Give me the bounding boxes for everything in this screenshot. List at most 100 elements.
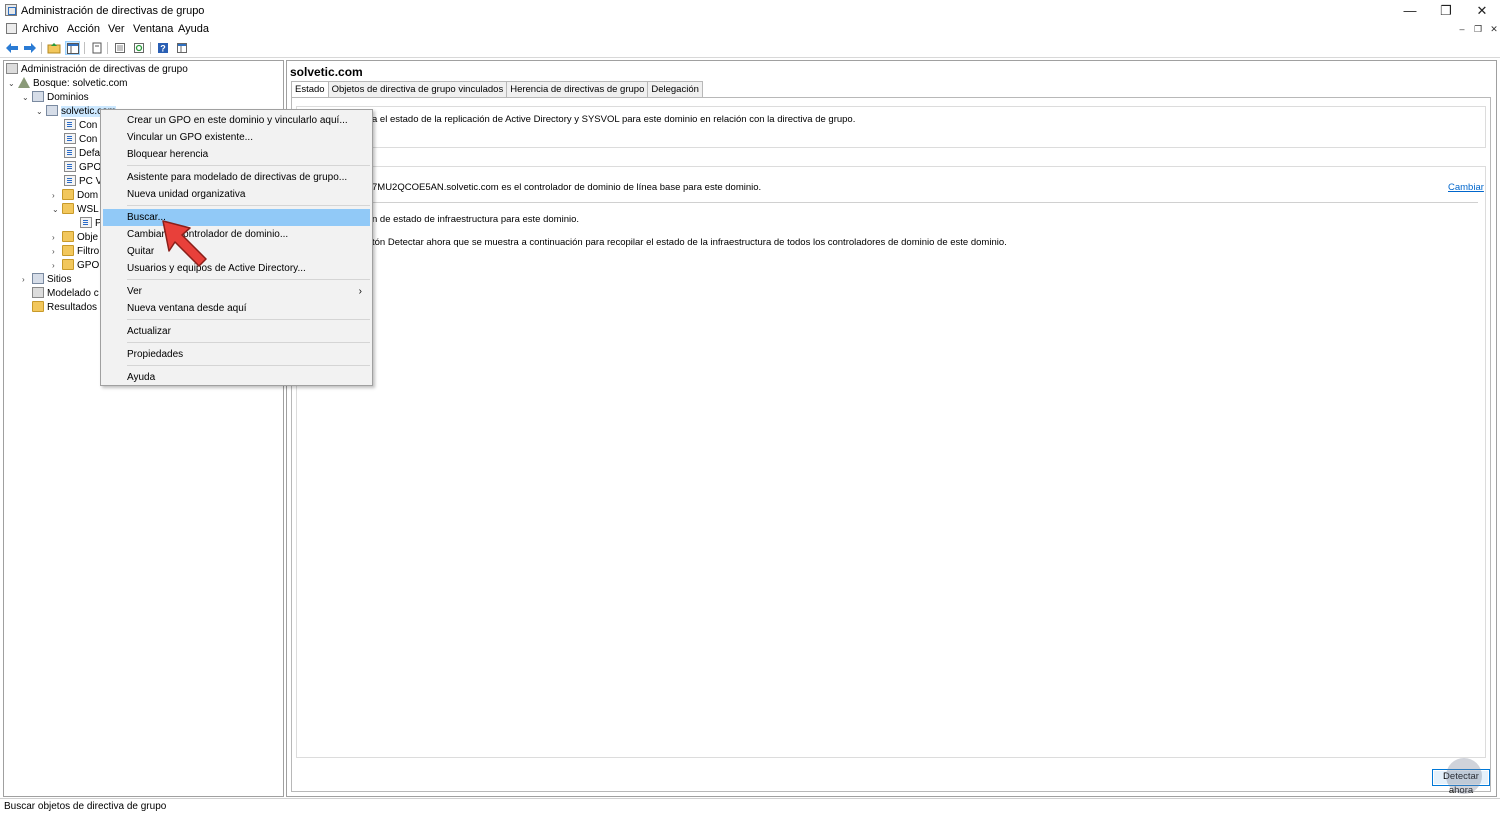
tree-item-starter-gpos[interactable]: › GPO [52, 259, 99, 273]
menu-ayuda[interactable]: Ayuda [178, 23, 209, 35]
menu-ventana[interactable]: Ventana [133, 23, 173, 35]
gpo-link-icon [64, 161, 76, 172]
menu-bar: Archivo Acción Ver Ventana Ayuda – ❐ ✕ [0, 21, 1500, 38]
tree-item-ou[interactable]: ⌄ WSL [52, 203, 99, 217]
svg-text:?: ? [160, 44, 166, 54]
expand-arrow-icon[interactable]: › [52, 231, 62, 245]
menu-item-new-ou[interactable]: Nueva unidad organizativa [103, 186, 370, 203]
tab-delegation[interactable]: Delegación [647, 81, 703, 97]
infrastructure-status-text: n de estado de infraestructura para este… [372, 214, 580, 225]
properties-icon[interactable] [112, 41, 127, 55]
collapse-arrow-icon[interactable]: ⌄ [22, 91, 32, 105]
menu-item-block-inheritance[interactable]: Bloquear herencia [103, 146, 370, 163]
status-tab-body: a el estado de la replicación de Active … [291, 97, 1491, 792]
status-bar: Buscar objetos de directiva de grupo [0, 798, 1500, 813]
mdi-minimize-button[interactable]: – [1455, 23, 1469, 36]
tree-label: GPO [79, 162, 102, 173]
tree-item-gpo-link[interactable]: P [80, 217, 102, 231]
minimize-button[interactable]: — [1392, 0, 1428, 21]
menu-item-create-gpo[interactable]: Crear un GPO en este dominio y vincularl… [103, 112, 370, 129]
watermark-logo [1446, 758, 1482, 794]
tree-label: Con [79, 120, 98, 131]
details-pane: solvetic.com Estado Objetos de directiva… [286, 60, 1497, 797]
close-button[interactable]: ✕ [1464, 0, 1500, 21]
menu-item-view[interactable]: Ver › [103, 283, 370, 300]
toolbar: ? [0, 38, 1500, 58]
forest-icon [18, 77, 30, 88]
gpmc-app-icon [5, 4, 17, 16]
tree-item-gpo-link[interactable]: Defa [64, 147, 100, 161]
menu-separator [127, 365, 370, 366]
modeling-icon [32, 287, 44, 298]
menu-item-new-window[interactable]: Nueva ventana desde aquí [103, 300, 370, 317]
refresh-icon[interactable] [131, 41, 146, 55]
tree-item-sites[interactable]: › Sitios [22, 273, 71, 287]
tree-label: Sitios [47, 274, 72, 285]
menu-item-properties[interactable]: Propiedades [103, 346, 370, 363]
expand-arrow-icon[interactable]: › [52, 245, 62, 259]
change-dc-link[interactable]: Cambiar [1448, 182, 1484, 193]
tree-label: PC V [79, 176, 103, 187]
tree-item-gpo-link[interactable]: Con [64, 119, 97, 133]
menu-item-link-gpo[interactable]: Vincular un GPO existente... [103, 129, 370, 146]
maximize-button[interactable]: ❐ [1428, 0, 1464, 21]
gpo-link-icon [64, 133, 76, 144]
gpmc-root-icon [6, 63, 18, 74]
tree-item-ou[interactable]: › Dom [52, 189, 98, 203]
mdi-restore-button[interactable]: ❐ [1471, 23, 1485, 36]
tree-item-gpo-link[interactable]: PC V [64, 175, 102, 189]
tree-label: Defa [79, 148, 101, 159]
pane-heading: solvetic.com [290, 65, 363, 79]
back-icon[interactable] [4, 41, 19, 55]
tree-label: Con [79, 134, 98, 145]
tree-item-root[interactable]: Administración de directivas de grupo [6, 63, 188, 77]
menu-item-search[interactable]: Buscar... [103, 209, 370, 226]
folder-icon [62, 259, 74, 270]
expand-arrow-icon[interactable]: › [52, 189, 62, 203]
help-icon[interactable]: ? [155, 41, 170, 55]
collapse-arrow-icon[interactable]: ⌄ [36, 105, 46, 119]
tree-item-modeling[interactable]: Modelado c [32, 287, 99, 301]
ou-folder-icon [62, 189, 74, 200]
show-tree-icon[interactable] [65, 41, 80, 55]
expand-arrow-icon[interactable]: › [22, 273, 32, 287]
sites-icon [32, 273, 44, 284]
tree-item-forest[interactable]: ⌄ Bosque: solvetic.com [8, 77, 128, 91]
export-icon[interactable] [174, 41, 189, 55]
tree-label: Bosque: solvetic.com [33, 78, 128, 89]
tree-item-gpo-link[interactable]: Con [64, 133, 97, 147]
domain-icon [46, 105, 58, 116]
mmc-document-icon[interactable] [6, 23, 17, 34]
mdi-close-button[interactable]: ✕ [1487, 23, 1500, 36]
menu-item-ad-users-computers[interactable]: Usuarios y equipos de Active Directory..… [103, 260, 370, 277]
tree-item-wmi-filters[interactable]: › Filtro [52, 245, 99, 259]
tree-item-gpo-link[interactable]: GPO [64, 161, 101, 175]
delete-icon[interactable] [89, 41, 104, 55]
tree-label: Dom [77, 190, 99, 201]
tree-item-results[interactable]: Resultados [32, 301, 97, 315]
collapse-arrow-icon[interactable]: ⌄ [8, 77, 18, 91]
menu-item-remove[interactable]: Quitar [103, 243, 370, 260]
ou-folder-icon [62, 203, 74, 214]
expand-arrow-icon[interactable]: › [52, 259, 62, 273]
menu-item-modeling-wizard[interactable]: Asistente para modelado de directivas de… [103, 169, 370, 186]
collapse-arrow-icon[interactable]: ⌄ [52, 203, 62, 217]
tab-gpo-inheritance[interactable]: Herencia de directivas de grupo [506, 81, 649, 97]
domains-icon [32, 91, 44, 102]
tab-estado[interactable]: Estado [291, 81, 329, 98]
context-menu: Crear un GPO en este dominio y vincularl… [100, 109, 373, 386]
tab-linked-gpos[interactable]: Objetos de directiva de grupo vinculados [327, 81, 508, 97]
tree-label: Administración de directivas de grupo [21, 64, 188, 75]
up-folder-icon[interactable] [46, 41, 61, 55]
tree-item-gpo-objects[interactable]: › Obje [52, 231, 98, 245]
forward-icon[interactable] [22, 41, 37, 55]
tree-item-domains[interactable]: ⌄ Dominios [22, 91, 89, 105]
tree-label: WSL [77, 204, 99, 215]
menu-separator [127, 279, 370, 280]
menu-ver[interactable]: Ver [108, 23, 125, 35]
menu-item-change-dc[interactable]: Cambiar el controlador de dominio... [103, 226, 370, 243]
menu-accion[interactable]: Acción [67, 23, 100, 35]
menu-item-help[interactable]: Ayuda [103, 369, 370, 386]
menu-item-refresh[interactable]: Actualizar [103, 323, 370, 340]
menu-archivo[interactable]: Archivo [22, 23, 59, 35]
